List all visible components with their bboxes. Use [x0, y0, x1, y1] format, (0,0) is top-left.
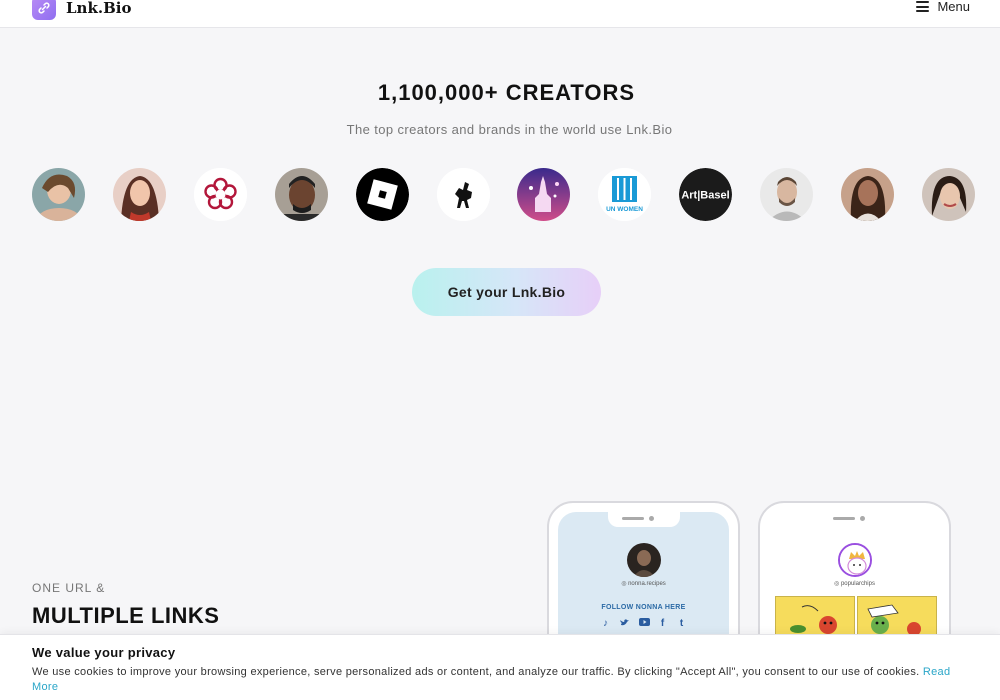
avatar[interactable]: Art|Basel	[679, 168, 733, 221]
avatar[interactable]	[760, 168, 814, 221]
section-heading: MULTIPLE LINKS	[32, 603, 220, 628]
avatar[interactable]	[517, 168, 571, 221]
avatar-label: UN WOMEN	[606, 206, 643, 213]
link-icon	[32, 0, 56, 20]
menu-label: Menu	[937, 0, 970, 14]
section-kicker: ONE URL &	[32, 581, 106, 595]
profile-handle: ◎ popularchips	[834, 581, 875, 587]
page-subtitle: The top creators and brands in the world…	[346, 122, 673, 137]
social-icons: ♪ f t	[558, 618, 729, 630]
follow-heading: FOLLOW NONNA HERE	[601, 604, 686, 611]
facebook-icon[interactable]: f	[658, 618, 668, 630]
avatar[interactable]: UN WOMEN	[598, 168, 652, 221]
avatar[interactable]	[355, 168, 409, 221]
hamburger-icon	[916, 1, 930, 12]
logo[interactable]: Lnk.Bio	[32, 0, 131, 20]
avatar[interactable]	[32, 168, 85, 221]
avatar[interactable]	[274, 168, 328, 221]
avatar[interactable]	[112, 168, 166, 221]
tumblr-icon[interactable]: t	[677, 618, 687, 630]
cookie-title: We value your privacy	[32, 645, 176, 660]
cookie-message: We use cookies to improve your browsing …	[32, 666, 920, 678]
profile-handle: ◎ nonna.recipes	[621, 581, 666, 587]
get-lnkbio-button[interactable]: Get your Lnk.Bio	[412, 268, 601, 316]
page-title: 1,100,000+ CREATORS	[377, 80, 636, 105]
profile-avatar	[837, 543, 872, 577]
creator-avatars: UN WOMEN Art|Basel	[32, 168, 975, 222]
avatar[interactable]	[921, 168, 975, 221]
avatar[interactable]	[193, 168, 247, 221]
avatar-label: Art|Basel	[682, 190, 730, 202]
profile-avatar	[626, 543, 661, 577]
cookie-text: We use cookies to improve your browsing …	[32, 665, 972, 695]
menu-button[interactable]: Menu	[916, 0, 970, 14]
twitter-icon[interactable]	[619, 618, 630, 630]
tiktok-icon[interactable]: ♪	[601, 618, 611, 630]
cookie-banner: We value your privacy We use cookies to …	[0, 634, 1000, 700]
avatar[interactable]	[436, 168, 490, 221]
youtube-icon[interactable]	[638, 618, 650, 630]
phone-notch	[818, 512, 891, 527]
top-header: Lnk.Bio Menu	[0, 0, 1000, 28]
brand-name: Lnk.Bio	[66, 0, 132, 17]
avatar[interactable]	[841, 168, 895, 221]
phone-notch	[607, 512, 680, 527]
